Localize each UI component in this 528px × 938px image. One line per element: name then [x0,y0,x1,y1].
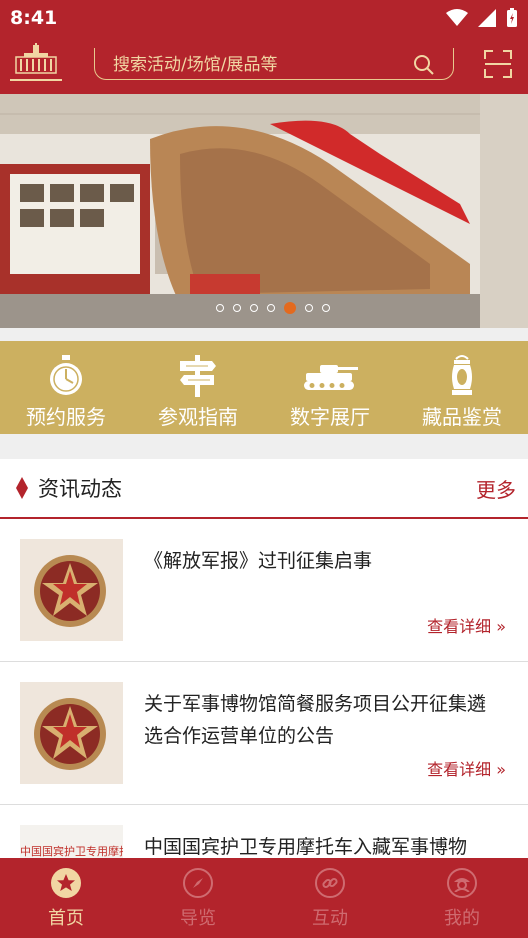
carousel-dot[interactable] [322,304,330,312]
status-icons [446,8,518,28]
tab-label: 互动 [312,908,348,929]
carousel-dot[interactable] [233,304,241,312]
tab-guide[interactable]: 导览 [132,858,264,938]
tab-interact[interactable]: 互动 [264,858,396,938]
tab-label: 首页 [48,908,84,929]
quick-link-collection[interactable]: 藏品鉴赏 [396,341,528,434]
star-icon [51,868,81,898]
lantern-icon [452,355,472,395]
news-detail-link[interactable]: 查看详细 » [427,613,506,637]
news-item[interactable]: 关于军事博物馆简餐服务项目公开征集遴选合作运营单位的公告 查看详细 » [0,662,528,805]
carousel-dot-active[interactable] [284,302,296,314]
news-item-title: 关于军事博物馆简餐服务项目公开征集遴选合作运营单位的公告 [144,693,487,747]
banner-image [0,94,528,328]
link-icon [315,868,345,898]
carousel-dot[interactable] [250,304,258,312]
tank-icon [304,365,358,390]
carousel-dots[interactable] [216,302,330,314]
tab-label: 导览 [180,908,216,929]
stopwatch-icon [50,355,82,395]
news-item-title: 《解放军报》过刊征集启事 [144,550,373,572]
quick-link-label: 参观指南 [158,405,238,429]
banner-carousel[interactable] [0,94,528,328]
tab-mine[interactable]: 我的 [396,858,528,938]
user-cap-icon [447,868,477,898]
carousel-dot[interactable] [216,304,224,312]
museum-logo[interactable] [0,36,72,94]
news-title: 资讯动态 [38,477,122,501]
news-header: 资讯动态 更多 [0,459,528,519]
news-thumbnail [20,539,123,641]
battery-icon [507,8,517,27]
search-placeholder: 搜索活动/场馆/展品等 [113,55,278,75]
news-thumbnail [20,682,123,784]
news-thumb-caption: 中国国宾护卫专用摩托车 [20,845,123,858]
scan-icon[interactable] [484,50,512,78]
news-more-link[interactable]: 更多 [476,474,516,503]
tab-home[interactable]: 首页 [0,858,132,938]
tab-label: 我的 [444,908,480,929]
news-section: 资讯动态 更多 《解放军报》过刊征集启事 查看详细 » 关于军事博物馆简餐服务项… [0,459,528,927]
tab-bar: 首页 导览 互动 我的 [0,858,528,938]
quick-links: 预约服务 参观指南 数字展厅 藏品鉴赏 [0,341,528,434]
quick-link-digital-hall[interactable]: 数字展厅 [264,341,396,434]
quick-link-booking[interactable]: 预约服务 [0,341,132,434]
signpost-icon [180,355,216,397]
search-input[interactable]: 搜索活动/场馆/展品等 [94,48,454,80]
quick-link-guide[interactable]: 参观指南 [132,341,264,434]
status-bar: 8:41 [0,0,528,36]
quick-link-label: 数字展厅 [290,405,370,429]
carousel-dot[interactable] [305,304,313,312]
search-icon[interactable] [413,54,435,76]
quick-link-label: 预约服务 [26,405,106,429]
carousel-dot[interactable] [267,304,275,312]
news-detail-link[interactable]: 查看详细 » [427,756,506,780]
news-item[interactable]: 《解放军报》过刊征集启事 查看详细 » [0,519,528,662]
wifi-icon [446,9,468,26]
compass-icon [183,868,213,898]
quick-link-label: 藏品鉴赏 [422,405,502,429]
status-time: 8:41 [10,7,58,29]
signal-icon [478,9,496,27]
header: 搜索活动/场馆/展品等 [0,36,528,94]
diamond-icon [16,477,28,499]
